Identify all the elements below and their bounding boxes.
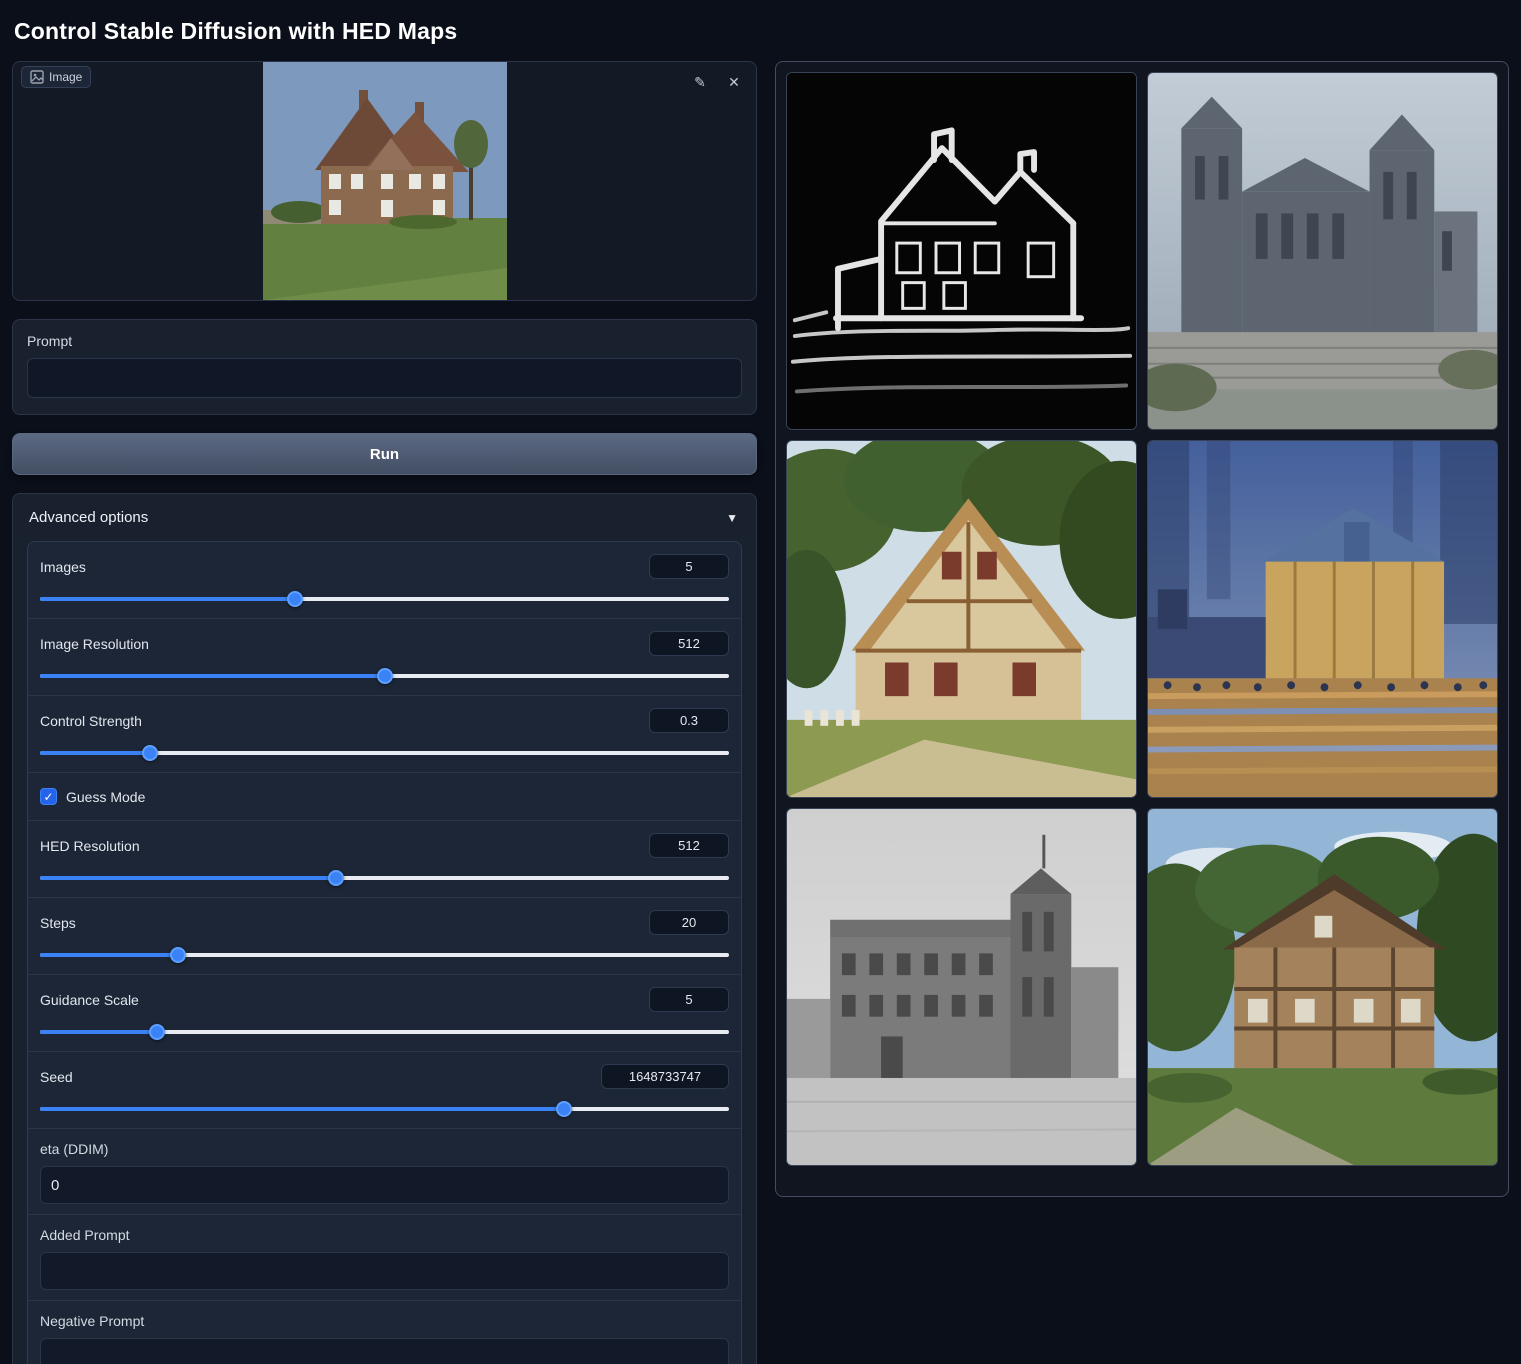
- slider-control-strength-value[interactable]: 0.3: [649, 708, 729, 733]
- guess-mode-label: Guess Mode: [66, 789, 145, 805]
- slider-control-strength-track[interactable]: [40, 744, 729, 762]
- slider-handle[interactable]: [287, 591, 303, 607]
- slider-guidance-scale-value[interactable]: 5: [649, 987, 729, 1012]
- uploaded-image[interactable]: [13, 62, 756, 300]
- slider-handle[interactable]: [149, 1024, 165, 1040]
- impressionist-building-image: [1148, 441, 1497, 797]
- output-gallery: [775, 61, 1509, 1197]
- slider-handle[interactable]: [377, 668, 393, 684]
- controls-column: Image ✎ ✕: [12, 61, 757, 1364]
- close-icon[interactable]: ✕: [722, 70, 746, 94]
- advanced-options-block: Advanced options ▼ Images 5: [12, 493, 757, 1364]
- results-column: [775, 61, 1509, 1197]
- edit-icon[interactable]: ✎: [688, 70, 712, 94]
- added-prompt-input[interactable]: [40, 1252, 729, 1290]
- prompt-input[interactable]: [27, 358, 742, 398]
- slider-seed-label: Seed: [40, 1069, 73, 1085]
- prompt-block: Prompt: [12, 319, 757, 415]
- run-button[interactable]: Run: [12, 433, 757, 475]
- hed-edge-map-image: [787, 73, 1136, 429]
- guess-mode-checkbox[interactable]: ✓: [40, 788, 57, 805]
- gallery-item-stone-cathedral[interactable]: [1147, 72, 1498, 430]
- slider-guidance-scale-label: Guidance Scale: [40, 992, 139, 1008]
- negative-prompt-input[interactable]: [40, 1338, 729, 1364]
- slider-images: Images 5: [28, 542, 741, 618]
- page-title: Control Stable Diffusion with HED Maps: [12, 12, 1509, 61]
- app-page: Control Stable Diffusion with HED Maps I…: [0, 0, 1521, 1364]
- slider-steps-value[interactable]: 20: [649, 910, 729, 935]
- gallery-item-ornate-wooden-house[interactable]: [786, 440, 1137, 798]
- slider-guidance-scale-track[interactable]: [40, 1023, 729, 1041]
- slider-seed: Seed 1648733747: [28, 1051, 741, 1128]
- slider-control-strength-label: Control Strength: [40, 713, 142, 729]
- slider-images-track[interactable]: [40, 590, 729, 608]
- slider-guidance-scale: Guidance Scale 5: [28, 974, 741, 1051]
- stone-cathedral-image: [1148, 73, 1497, 429]
- image-input-label: Image: [21, 66, 91, 88]
- gallery-item-monochrome-old-building[interactable]: [786, 808, 1137, 1166]
- slider-hed-resolution-value[interactable]: 512: [649, 833, 729, 858]
- timber-house-lawn-image: [1148, 809, 1497, 1165]
- added-prompt-group: Added Prompt: [28, 1214, 741, 1300]
- slider-image-resolution: Image Resolution 512: [28, 618, 741, 695]
- image-icon: [30, 70, 44, 84]
- slider-hed-resolution: HED Resolution 512: [28, 820, 741, 897]
- slider-control-strength: Control Strength 0.3: [28, 695, 741, 772]
- slider-steps-track[interactable]: [40, 946, 729, 964]
- slider-handle[interactable]: [556, 1101, 572, 1117]
- eta-group: eta (DDIM): [28, 1128, 741, 1214]
- negative-prompt-group: Negative Prompt: [28, 1300, 741, 1364]
- gallery-grid: [786, 72, 1498, 1166]
- advanced-options-form: Images 5 Image Resolution 512: [27, 541, 742, 1364]
- slider-handle[interactable]: [142, 745, 158, 761]
- slider-steps-label: Steps: [40, 915, 76, 931]
- slider-steps: Steps 20: [28, 897, 741, 974]
- slider-images-label: Images: [40, 559, 86, 575]
- image-input-block: Image ✎ ✕: [12, 61, 757, 301]
- slider-handle[interactable]: [328, 870, 344, 886]
- gallery-item-timber-house-lawn[interactable]: [1147, 808, 1498, 1166]
- monochrome-old-building-image: [787, 809, 1136, 1165]
- image-input-label-text: Image: [49, 70, 82, 84]
- check-icon: ✓: [43, 791, 53, 803]
- added-prompt-label: Added Prompt: [40, 1227, 729, 1243]
- slider-image-resolution-track[interactable]: [40, 667, 729, 685]
- eta-label: eta (DDIM): [40, 1141, 729, 1157]
- slider-hed-resolution-track[interactable]: [40, 869, 729, 887]
- advanced-options-header[interactable]: Advanced options ▼: [13, 494, 756, 539]
- ornate-wooden-house-image: [787, 441, 1136, 797]
- chevron-down-icon: ▼: [726, 511, 738, 525]
- house-photo-image: [263, 62, 507, 300]
- slider-handle[interactable]: [170, 947, 186, 963]
- gallery-item-hed-edge-map[interactable]: [786, 72, 1137, 430]
- slider-seed-value[interactable]: 1648733747: [601, 1064, 729, 1089]
- slider-hed-resolution-label: HED Resolution: [40, 838, 140, 854]
- guess-mode-group: ✓ Guess Mode: [28, 772, 741, 820]
- slider-image-resolution-value[interactable]: 512: [649, 631, 729, 656]
- slider-images-value[interactable]: 5: [649, 554, 729, 579]
- image-toolbar: ✎ ✕: [688, 70, 746, 94]
- slider-seed-track[interactable]: [40, 1100, 729, 1118]
- prompt-label: Prompt: [27, 333, 742, 349]
- slider-image-resolution-label: Image Resolution: [40, 636, 149, 652]
- gallery-item-impressionist-building[interactable]: [1147, 440, 1498, 798]
- advanced-options-title: Advanced options: [29, 509, 148, 526]
- negative-prompt-label: Negative Prompt: [40, 1313, 729, 1329]
- eta-input[interactable]: [40, 1166, 729, 1204]
